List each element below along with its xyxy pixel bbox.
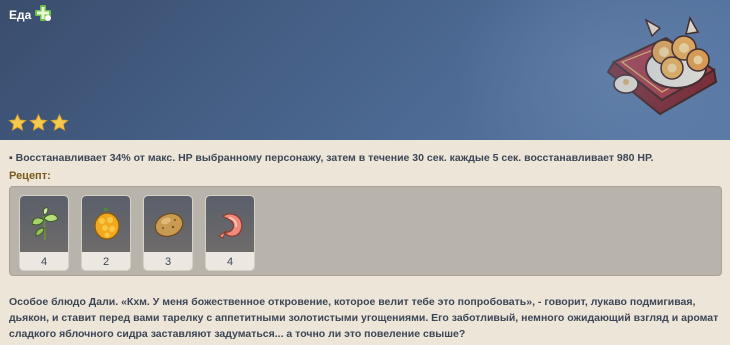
recipe-panel: 4 2 3 4 (9, 186, 722, 276)
star-icon (29, 113, 48, 132)
recipe-label: Рецепт: (9, 170, 51, 182)
star-icon (8, 113, 27, 132)
rarity-stars (8, 113, 69, 132)
ingredient-slot-shrimp[interactable]: 4 (205, 195, 255, 271)
potato-icon (154, 213, 184, 237)
shrimp-meat-icon (218, 213, 243, 239)
ingredient-count: 2 (82, 252, 130, 270)
item-header: Еда (0, 0, 730, 140)
category-label: Еда (9, 8, 32, 22)
effect-text: ▪ Восстанавливает 34% от макс. HP выбран… (9, 152, 654, 164)
ingredient-slot-potato[interactable]: 3 (143, 195, 193, 271)
sunsettia-icon (94, 207, 120, 240)
ingredient-slot-sunsettia[interactable]: 2 (81, 195, 131, 271)
ingredient-count: 4 (206, 252, 254, 270)
ingredient-count: 4 (20, 252, 68, 270)
ingredient-count: 3 (144, 252, 192, 270)
mint-icon (31, 207, 59, 241)
dish-pastry-plate-icon (606, 16, 718, 116)
food-category-icon (35, 5, 51, 21)
star-icon (50, 113, 69, 132)
item-description: Особое блюдо Дали. «Кхм. У меня божестве… (9, 296, 719, 340)
ingredient-slot-mint[interactable]: 4 (19, 195, 69, 271)
